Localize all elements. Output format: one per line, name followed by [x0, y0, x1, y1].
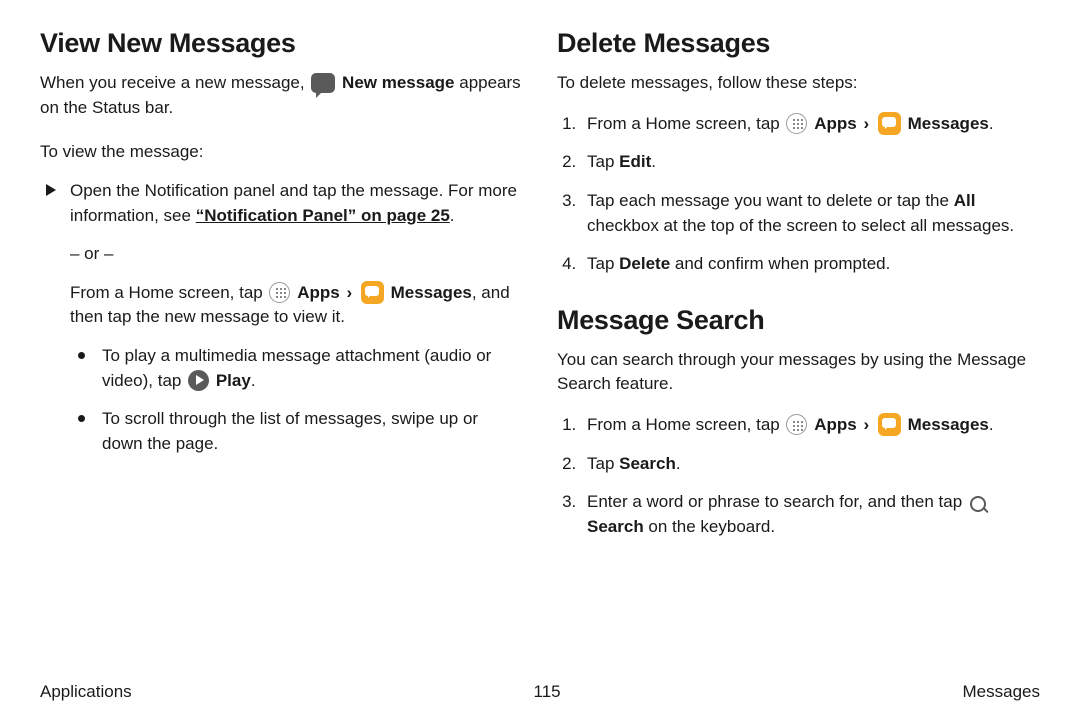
search-step-3: Enter a word or phrase to search for, an… — [581, 490, 1040, 539]
chevron-right-icon: › — [863, 114, 869, 133]
footer-page-number: 115 — [534, 682, 561, 702]
view1-b: . — [450, 206, 455, 225]
view-option-1: Open the Notification panel and tap the … — [40, 179, 523, 228]
apps-icon — [786, 113, 807, 134]
delete-steps: From a Home screen, tap Apps › Messages.… — [557, 112, 1040, 277]
messages-label: Messages — [908, 114, 989, 133]
search-step-2: Tap Search. — [581, 452, 1040, 477]
right-column: Delete Messages To delete messages, foll… — [557, 28, 1040, 554]
d3-a: Tap each message you want to delete or t… — [587, 191, 954, 210]
messages-app-icon — [878, 112, 901, 135]
search-key-label: Search — [587, 517, 644, 536]
s2-a: Tap — [587, 454, 619, 473]
new-message-label: New message — [342, 73, 454, 92]
view-option-2: From a Home screen, tap Apps › Messages,… — [40, 281, 523, 330]
apps-label: Apps — [814, 415, 857, 434]
messages-label: Messages — [908, 415, 989, 434]
tip-play: To play a multimedia message attachment … — [70, 344, 523, 393]
s3-b: on the keyboard. — [644, 517, 775, 536]
d2-b: . — [651, 152, 656, 171]
s2-b: . — [676, 454, 681, 473]
d4-a: Tap — [587, 254, 619, 273]
search-steps: From a Home screen, tap Apps › Messages.… — [557, 413, 1040, 540]
heading-delete-messages: Delete Messages — [557, 28, 1040, 59]
left-column: View New Messages When you receive a new… — [40, 28, 523, 554]
search-lead: You can search through your messages by … — [557, 348, 1040, 397]
search-tap-label: Search — [619, 454, 676, 473]
view-tips: To play a multimedia message attachment … — [40, 344, 523, 457]
s1-b: . — [989, 415, 994, 434]
dot1-b: . — [251, 371, 256, 390]
delete-step-3: Tap each message you want to delete or t… — [581, 189, 1040, 238]
delete-lead: To delete messages, follow these steps: — [557, 71, 1040, 96]
delete-step-2: Tap Edit. — [581, 150, 1040, 175]
d1-a: From a Home screen, tap — [587, 114, 784, 133]
delete-step-1: From a Home screen, tap Apps › Messages. — [581, 112, 1040, 137]
play-label: Play — [216, 371, 251, 390]
apps-icon — [269, 282, 290, 303]
edit-label: Edit — [619, 152, 651, 171]
search-icon — [969, 495, 989, 515]
messages-app-icon — [361, 281, 384, 304]
d4-b: and confirm when prompted. — [670, 254, 890, 273]
dot1-a: To play a multimedia message attachment … — [102, 346, 491, 390]
apps-label: Apps — [297, 283, 340, 302]
s1-a: From a Home screen, tap — [587, 415, 784, 434]
chevron-right-icon: › — [863, 415, 869, 434]
view-steps: Open the Notification panel and tap the … — [40, 179, 523, 228]
messages-label: Messages — [391, 283, 472, 302]
search-step-1: From a Home screen, tap Apps › Messages. — [581, 413, 1040, 438]
or-separator: – or – — [40, 242, 523, 267]
d1-b: . — [989, 114, 994, 133]
messages-app-icon — [878, 413, 901, 436]
intro-paragraph: When you receive a new message, New mess… — [40, 71, 523, 120]
new-message-notification-icon — [311, 73, 335, 93]
delete-step-4: Tap Delete and confirm when prompted. — [581, 252, 1040, 277]
sub-a: From a Home screen, tap — [70, 283, 267, 302]
s3-a: Enter a word or phrase to search for, an… — [587, 492, 967, 511]
page-footer: Applications 115 Messages — [40, 682, 1040, 702]
play-icon — [188, 370, 209, 391]
intro-a: When you receive a new message, — [40, 73, 309, 92]
view-lead: To view the message: — [40, 140, 523, 165]
d3-b: checkbox at the top of the screen to sel… — [587, 216, 1014, 235]
apps-label: Apps — [814, 114, 857, 133]
chevron-right-icon: › — [346, 283, 352, 302]
heading-message-search: Message Search — [557, 305, 1040, 336]
heading-view-new-messages: View New Messages — [40, 28, 523, 59]
all-label: All — [954, 191, 976, 210]
tip-scroll: To scroll through the list of messages, … — [70, 407, 523, 456]
d2-a: Tap — [587, 152, 619, 171]
footer-right: Messages — [963, 682, 1040, 702]
footer-left: Applications — [40, 682, 132, 702]
apps-icon — [786, 414, 807, 435]
delete-label: Delete — [619, 254, 670, 273]
notification-panel-link[interactable]: “Notification Panel” on page 25 — [196, 206, 450, 225]
